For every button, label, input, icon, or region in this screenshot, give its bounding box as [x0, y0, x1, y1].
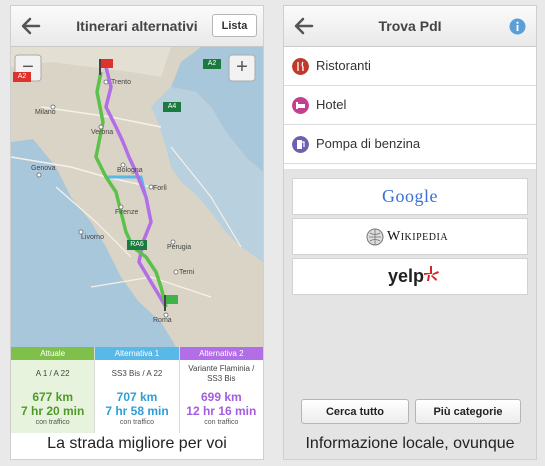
google-logo: Google	[382, 186, 438, 206]
highway-label: A4	[167, 103, 177, 110]
wikipedia-logo: Wikipedia	[387, 229, 449, 244]
route-header: Attuale	[11, 347, 95, 360]
city-label: Terni	[179, 269, 195, 276]
caption: La strada migliore per voi	[47, 435, 227, 452]
highway-label: A2	[17, 73, 27, 80]
poi-screen: Trova PdI Ristoranti Hotel Pompa di benz…	[283, 5, 537, 460]
route-option-alt1[interactable]: Alternativa 1 SS3 Bis / A 22 707 km 7 hr…	[95, 347, 180, 433]
city-label: Livorno	[81, 234, 104, 241]
city-label: Perugia	[167, 244, 192, 251]
route-time: 12 hr 16 min	[186, 404, 257, 418]
city-label: Firenze	[115, 209, 139, 216]
wikipedia-globe-icon	[366, 228, 384, 246]
route-name: A 1 / A 22	[35, 369, 70, 378]
route-time: 7 hr 20 min	[20, 404, 85, 418]
nav-bar: Trova PdI	[284, 6, 536, 47]
category-label: Hotel	[316, 97, 347, 112]
route-screen: Itinerari alternativi Lista − + A2 A2 A4…	[10, 5, 264, 460]
more-categories-button[interactable]: Più categorie	[415, 399, 521, 424]
route-time: 7 hr 58 min	[105, 404, 169, 418]
route-distance: 677 km	[32, 390, 74, 404]
search-all-button[interactable]: Cerca tutto	[301, 399, 409, 424]
hotel-icon	[292, 97, 309, 114]
nav-bar: Itinerari alternativi Lista	[11, 6, 263, 47]
highway-label: A2	[207, 60, 217, 67]
provider-wikipedia[interactable]: Wikipedia	[292, 218, 528, 255]
city-label: Roma	[153, 317, 172, 324]
city-label: Bologna	[117, 167, 143, 174]
restaurant-icon	[292, 58, 309, 75]
city-label: Milano	[35, 109, 56, 116]
city-label: Forlì	[153, 185, 167, 192]
highway-label: RA6	[130, 241, 144, 248]
provider-yelp[interactable]: yelp	[292, 258, 528, 295]
list-button[interactable]: Lista	[212, 14, 257, 37]
route-options: Attuale A 1 / A 22 677 km 7 hr 20 min co…	[11, 347, 263, 433]
info-icon[interactable]	[509, 18, 526, 35]
route-distance: 699 km	[200, 390, 242, 404]
route-header: Alternativa 1	[95, 347, 179, 360]
route-option-alt2[interactable]: Alternativa 2 Variante Flaminia / SS3 Bi…	[179, 347, 263, 433]
gas-pump-icon	[292, 136, 309, 153]
yelp-logo: yelp	[388, 266, 425, 286]
route-traffic: con traffico	[35, 419, 70, 426]
route-option-current[interactable]: Attuale A 1 / A 22 677 km 7 hr 20 min co…	[11, 347, 96, 433]
category-hotel[interactable]: Hotel	[284, 86, 536, 125]
category-label: Pompa di benzina	[316, 136, 421, 151]
category-label: Ristoranti	[316, 58, 371, 73]
category-gas-station[interactable]: Pompa di benzina	[284, 125, 536, 164]
provider-google[interactable]: Google	[292, 178, 528, 215]
route-map[interactable]: − + A2 A2 A4 RA6 Trento Milano Verona Ge…	[11, 47, 263, 347]
yelp-burst-icon	[424, 266, 439, 281]
route-traffic: con traffico	[204, 419, 239, 426]
route-header: Alternativa 2	[179, 347, 263, 360]
city-label: Genova	[31, 165, 56, 172]
page-title: Trova PdI	[378, 18, 442, 34]
route-name: SS3 Bis / A 22	[111, 369, 163, 378]
zoom-in-button[interactable]: +	[229, 54, 255, 80]
caption: Informazione locale, ovunque	[305, 435, 515, 452]
category-restaurants[interactable]: Ristoranti	[284, 47, 536, 86]
city-label: Verona	[91, 129, 114, 136]
route-traffic: con traffico	[119, 419, 155, 426]
route-name: Variante Flaminia / SS3 Bis	[188, 364, 255, 383]
route-distance: 707 km	[116, 390, 158, 404]
city-label: Trento	[111, 79, 131, 86]
